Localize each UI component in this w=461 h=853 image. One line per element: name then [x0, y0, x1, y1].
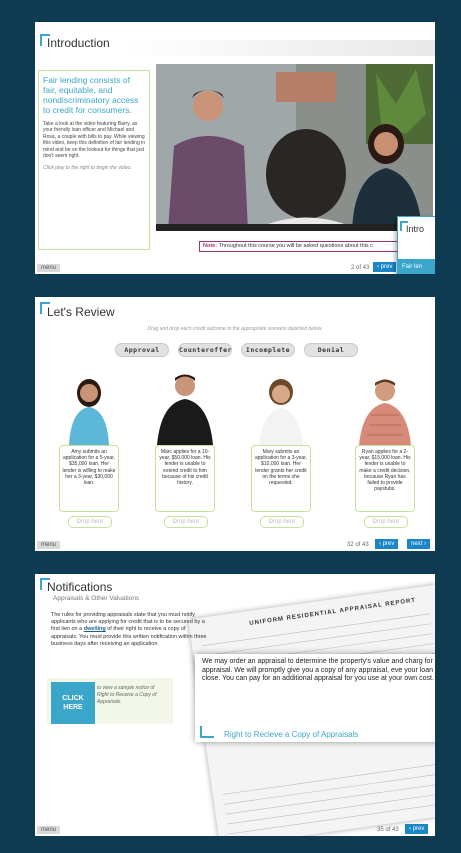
scenario-card: Mary submits an application for a 3-year…: [251, 445, 311, 512]
chevron-right-icon: ›: [422, 541, 427, 547]
preview-title: Intro: [406, 224, 425, 234]
person-amy: [69, 379, 109, 445]
preview-heading: Fair len: [398, 259, 435, 274]
popup-link[interactable]: Right to Recieve a Copy of Appraisals: [224, 730, 358, 739]
person-mary: [259, 379, 303, 445]
slide-subtitle: Appraisals & Other Valuations: [53, 595, 140, 602]
scenario-card: Marc applies for a 10-year, $50,000 loan…: [155, 445, 215, 512]
prev-button[interactable]: ‹ prev: [373, 262, 397, 272]
scenario-card: Amy submits an application for a 5-year,…: [59, 445, 119, 512]
category-incomplete[interactable]: Incomplete: [241, 343, 295, 357]
definition-callout: Fair lending consists of fair, equitable…: [38, 70, 150, 250]
popup-text: We may order an appraisal to determine t…: [202, 658, 435, 683]
drop-target[interactable]: Drop here: [260, 516, 304, 528]
prev-label: prev: [382, 541, 395, 547]
menu-button[interactable]: menu: [37, 264, 61, 272]
slide-notifications: UNIFORM RESIDENTIAL APPRAISAL REPORT Not…: [35, 574, 435, 836]
definition-body: Take a look at the video featuring Barry…: [43, 121, 146, 160]
slide-title: Let's Review: [47, 305, 115, 319]
prev-label: prev: [380, 264, 393, 270]
category-counteroffer[interactable]: Counteroffer: [178, 343, 232, 357]
drop-target[interactable]: Drop here: [364, 516, 408, 528]
menu-button[interactable]: menu: [37, 826, 61, 834]
menu-button[interactable]: menu: [37, 541, 61, 549]
scenario-card: Ryan applies for a 2-year, $15,000 loan.…: [355, 445, 415, 512]
definition-heading: Fair lending consists of fair, equitable…: [43, 75, 139, 115]
slide-title: Notifications: [47, 580, 113, 594]
video-player[interactable]: [156, 64, 433, 231]
popup-bracket: [200, 726, 214, 738]
page-indicator: 32 of 43: [347, 542, 369, 548]
slide-introduction: Introduction Fair lending consists of fa…: [35, 22, 435, 274]
slide-title: Introduction: [47, 36, 110, 50]
prev-label: prev: [412, 826, 425, 832]
play-hint: Click play to the right to begin the vid…: [43, 165, 132, 172]
person-marc: [157, 374, 213, 445]
video-progress-bar[interactable]: [156, 224, 433, 231]
page-indicator: 2 of 43: [351, 265, 370, 271]
dwelling-link[interactable]: dwelling: [84, 626, 106, 632]
title-shade: [123, 40, 435, 56]
drop-target[interactable]: Drop here: [68, 516, 112, 528]
next-label: next: [411, 541, 423, 547]
next-button[interactable]: next ›: [407, 539, 431, 549]
appraisal-rules-text: The rules for providing appraisals state…: [51, 612, 211, 648]
prev-button[interactable]: ‹ prev: [405, 824, 429, 834]
category-denial[interactable]: Denial: [304, 343, 358, 357]
click-here-description: to view a sample notice of Right to Rece…: [97, 685, 157, 705]
note-text: Throughout this course you will be asked…: [218, 243, 373, 249]
slide-lets-review: Let's Review Drag and drop each credit o…: [35, 297, 435, 551]
page-indicator: 35 of 43: [377, 827, 399, 833]
category-approval[interactable]: Approval: [115, 343, 169, 357]
drop-target[interactable]: Drop here: [164, 516, 208, 528]
prev-button[interactable]: ‹ prev: [375, 539, 399, 549]
person-ryan: [359, 379, 411, 445]
click-here-button[interactable]: CLICK HERE: [51, 682, 95, 724]
next-slide-preview: Intro Fair len: [397, 216, 435, 274]
video-frame: [156, 64, 433, 231]
drag-instructions: Drag and drop each credit outcome to the…: [147, 326, 323, 332]
appraisal-popup: We may order an appraisal to determine t…: [195, 654, 435, 742]
note-label: Note:: [203, 243, 218, 249]
